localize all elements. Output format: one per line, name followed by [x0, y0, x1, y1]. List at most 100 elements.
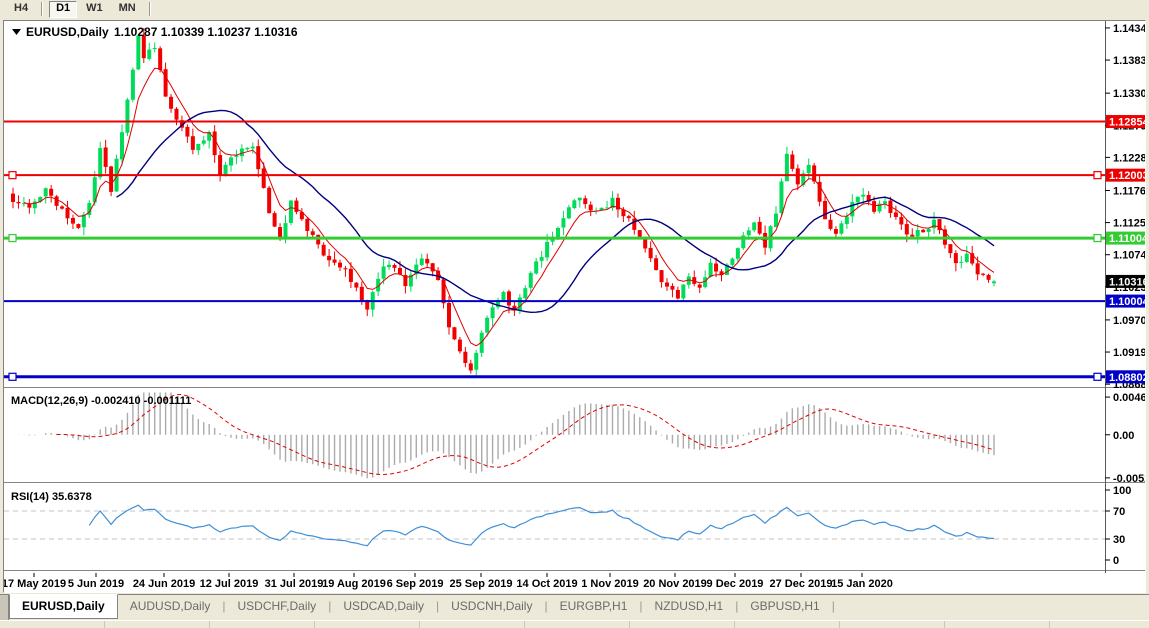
candle-body	[463, 352, 467, 363]
line-handle[interactable]	[1094, 172, 1101, 179]
candle-body	[709, 263, 713, 277]
candle-body	[736, 248, 740, 259]
price-tick-label: 1.09195	[1113, 347, 1145, 359]
candle-body	[55, 196, 59, 205]
candle-body	[698, 285, 702, 288]
price-badge-label: 1.11004	[1109, 233, 1145, 245]
price-tick-label: 1.10740	[1113, 250, 1145, 262]
candle-body	[218, 155, 222, 176]
price-tick-label: 1.12285	[1113, 152, 1145, 164]
line-handle[interactable]	[9, 172, 16, 179]
date-label: 15 Jan 2020	[831, 578, 893, 590]
line-handle[interactable]	[1094, 235, 1101, 242]
candle-body	[398, 268, 402, 274]
candle-body	[534, 261, 538, 273]
chart-menu-arrow-icon[interactable]	[12, 29, 21, 35]
candle-body	[153, 48, 157, 49]
price-badge-label: 1.12854	[1109, 117, 1145, 129]
chart-tab-eurusd[interactable]: EURUSD,Daily	[9, 594, 118, 619]
candle-body	[589, 205, 593, 211]
candle-body	[572, 200, 576, 208]
chart-tab-usdcad[interactable]: USDCAD,Daily	[331, 595, 436, 617]
candle-body	[16, 202, 20, 203]
timeframe-button-mn[interactable]: MN	[112, 1, 143, 18]
tabbar-left-edge	[0, 595, 9, 620]
terminal-window: H4 D1W1MN 1.143401.138301.133051.127951.1…	[0, 0, 1149, 627]
candle-body	[44, 188, 48, 196]
rsi-tick-label: 100	[1113, 485, 1131, 497]
candle-body	[540, 257, 544, 261]
candle-body	[790, 155, 794, 169]
chart-tab-gbpusd[interactable]: GBPUSD,H1	[738, 595, 831, 617]
price-tick-label: 1.13305	[1113, 88, 1145, 100]
pane-divider	[4, 388, 1145, 389]
date-label: 24 Jun 2019	[133, 578, 195, 590]
ma-slow-line	[117, 110, 995, 312]
chart-tab-audusd[interactable]: AUDUSD,Daily	[118, 595, 223, 617]
candle-body	[185, 127, 189, 137]
candle-body	[76, 224, 80, 228]
candle-body	[829, 220, 833, 229]
candle-body	[333, 259, 337, 262]
candle-body	[278, 227, 282, 237]
candle-body	[502, 292, 506, 300]
candle-body	[327, 256, 331, 260]
candle-body	[360, 287, 364, 301]
timeframe-button-w1[interactable]: W1	[79, 1, 110, 18]
chart-tab-usdchf[interactable]: USDCHF,Daily	[226, 595, 329, 617]
candle-body	[267, 188, 271, 213]
candle-body	[523, 288, 527, 298]
candle-body	[714, 264, 718, 272]
timeframe-button-d1[interactable]: D1	[49, 1, 77, 18]
candle-body	[447, 303, 451, 327]
candle-body	[921, 230, 925, 232]
timeframe-button-h4[interactable]: H4	[7, 1, 35, 18]
candle-body	[202, 140, 206, 143]
candle-body	[305, 219, 309, 231]
candle-body	[927, 229, 931, 232]
candle-body	[164, 69, 168, 96]
candle-body	[82, 215, 86, 228]
price-badge-label: 1.12003	[1109, 170, 1145, 182]
tab-separator: |	[832, 595, 835, 617]
candle-body	[229, 157, 233, 165]
chart-tab-eurgbp[interactable]: EURGBP,H1	[548, 595, 640, 617]
candle-body	[758, 222, 762, 234]
chart-symbol-label: EURUSD,Daily	[26, 25, 109, 39]
candle-body	[474, 353, 478, 370]
candle-body	[545, 242, 549, 258]
chart-tab-usdcnh[interactable]: USDCNH,Daily	[439, 595, 544, 617]
chart-canvas[interactable]: 1.143401.138301.133051.127951.122851.117…	[4, 21, 1145, 592]
candle-body	[583, 198, 587, 204]
candle-body	[752, 222, 756, 230]
chart-tab-bar: EURUSD,DailyAUDUSD,Daily|USDCHF,Daily|US…	[0, 594, 1149, 620]
candle-body	[213, 131, 217, 155]
date-axis[interactable]: 17 May 20195 Jun 201924 Jun 201912 Jul 2…	[4, 573, 893, 590]
macd-signal-line	[57, 395, 994, 475]
candle-body	[387, 265, 391, 267]
price-axis: 1.143401.138301.133051.127951.122851.117…	[1105, 23, 1145, 567]
candle-body	[785, 154, 789, 181]
candle-body	[354, 283, 358, 288]
rsi-indicator-label: RSI(14) 35.6378	[11, 491, 92, 503]
pane-divider	[4, 571, 1145, 572]
line-handle[interactable]	[9, 373, 16, 380]
candle-body	[959, 262, 963, 263]
candle-body	[273, 213, 277, 226]
date-label: 27 Dec 2019	[770, 578, 833, 590]
candle-body	[125, 100, 129, 133]
candle-body	[665, 283, 669, 287]
candle-body	[485, 318, 489, 333]
price-tick-label: 1.14340	[1113, 23, 1145, 35]
candle-body	[632, 219, 636, 230]
candle-body	[420, 259, 424, 266]
chart-tab-nzdusd[interactable]: NZDUSD,H1	[643, 595, 736, 617]
rsi-tick-label: 70	[1113, 506, 1125, 518]
line-handle[interactable]	[1094, 373, 1101, 380]
date-label: 20 Nov 2019	[643, 578, 707, 590]
candle-body	[839, 223, 843, 233]
line-handle[interactable]	[9, 235, 16, 242]
candle-body	[954, 253, 958, 263]
candle-body	[518, 297, 522, 310]
candle-body	[747, 230, 751, 235]
